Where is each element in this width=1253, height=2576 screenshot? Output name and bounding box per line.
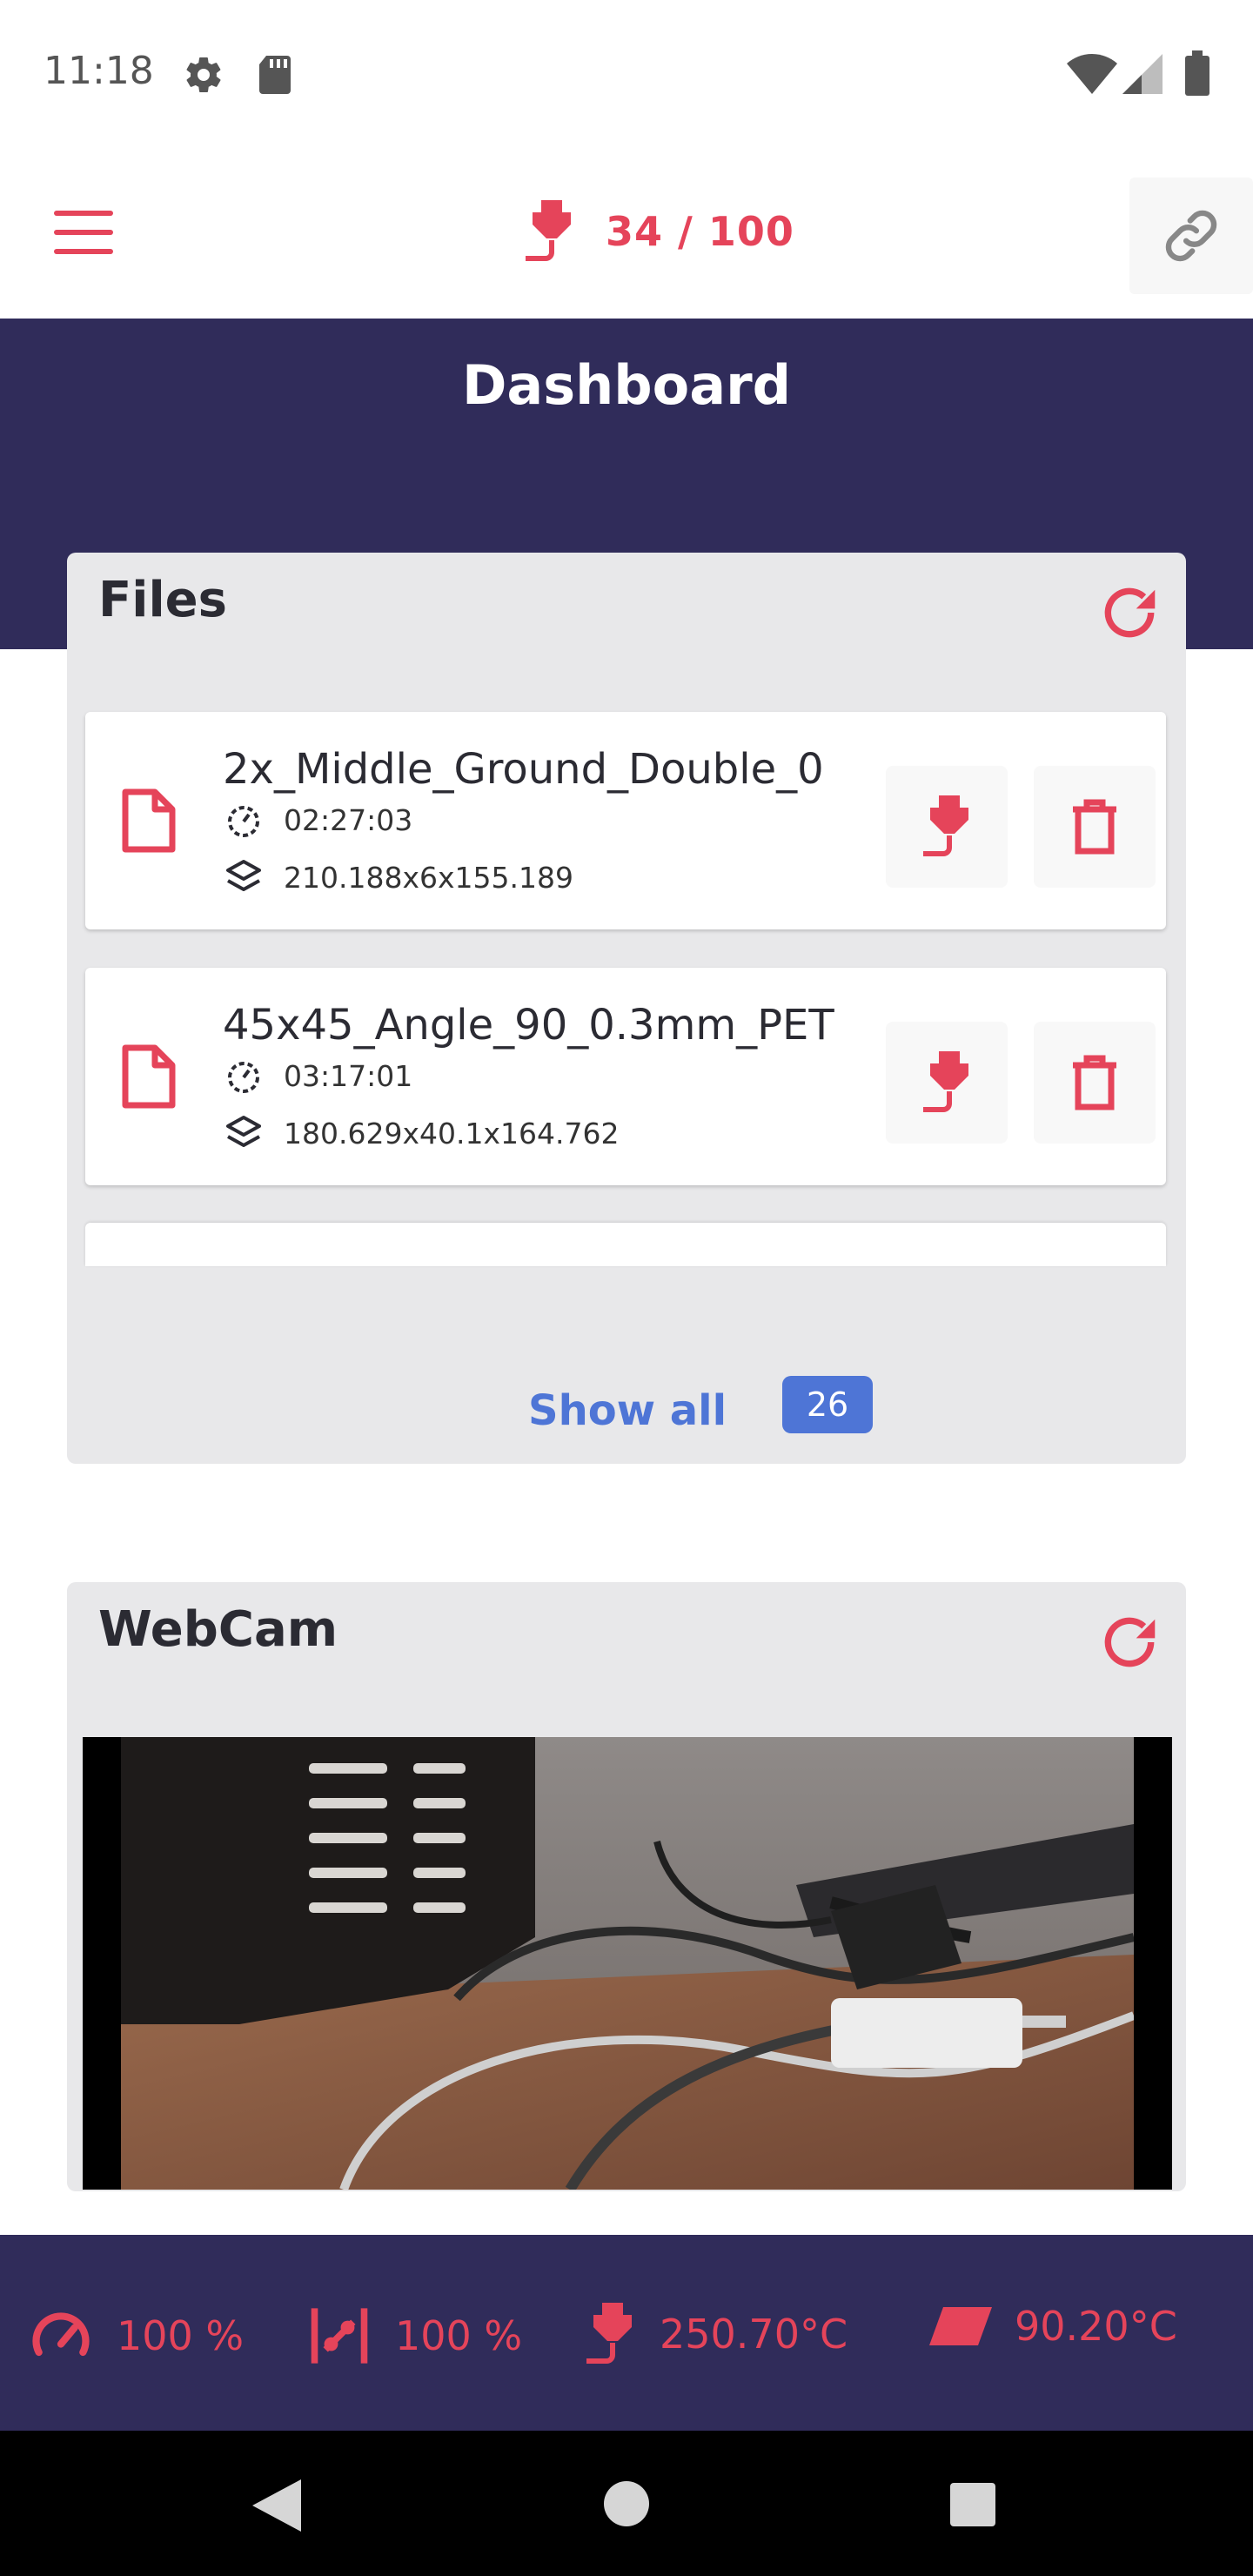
timer-icon: [228, 1062, 259, 1093]
files-card: Files 2x_Middle_Ground_Double_0 02:27:03…: [67, 553, 1186, 1464]
flow-rate-value: 100 %: [395, 2312, 523, 2359]
file-dimensions-value: 180.629x40.1x164.762: [284, 1116, 620, 1150]
files-refresh-button[interactable]: [1097, 580, 1162, 645]
extruder-icon: [586, 2303, 632, 2364]
flow-icon: [311, 2308, 368, 2364]
file-dimensions: 210.188x6x155.189: [223, 856, 573, 898]
layers-icon: [226, 860, 261, 891]
file-count-badge: 26: [782, 1376, 873, 1433]
bed-temp-value: 90.20°C: [1015, 2303, 1177, 2350]
layers-icon: [226, 1116, 261, 1147]
file-name: 2x_Middle_Ground_Double_0: [223, 745, 824, 794]
gear-icon: [186, 57, 221, 92]
file-duration: 02:27:03: [223, 799, 412, 841]
flow-rate-stat[interactable]: 100 %: [306, 2303, 522, 2369]
status-time: 11:18: [44, 49, 154, 93]
extruder-temp-stat[interactable]: 250.70°C: [583, 2303, 848, 2365]
extruder-temp-indicator[interactable]: 34 / 100: [522, 197, 794, 266]
hamburger-menu-button[interactable]: [54, 211, 115, 256]
extruder-icon: [923, 795, 968, 856]
webcam-stream: [83, 1737, 1172, 2190]
print-file-button[interactable]: [886, 766, 1008, 888]
print-file-button[interactable]: [886, 1022, 1008, 1144]
refresh-icon: [1104, 1617, 1156, 1667]
webcam-card-title: WebCam: [98, 1601, 338, 1658]
bed-temp-stat[interactable]: 90.20°C: [929, 2303, 1177, 2350]
connection-link-button[interactable]: [1129, 178, 1253, 294]
file-icon: [122, 788, 176, 853]
file-icon: [122, 1044, 176, 1109]
refresh-icon: [1104, 587, 1156, 638]
file-list-item[interactable]: 45x45_Angle_90_0.3mm_PET 03:17:01 180.62…: [85, 968, 1166, 1185]
file-duration-value: 02:27:03: [284, 802, 413, 837]
file-duration: 03:17:01: [223, 1055, 412, 1097]
webcam-refresh-button[interactable]: [1097, 1610, 1162, 1674]
file-duration-value: 03:17:01: [284, 1058, 413, 1093]
page-title: Dashboard: [461, 353, 792, 417]
cell-signal-icon: [1122, 54, 1163, 94]
timer-icon: [228, 806, 259, 837]
hamburger-line: [54, 230, 113, 235]
delete-file-button[interactable]: [1034, 1022, 1156, 1144]
home-icon[interactable]: [604, 2481, 649, 2526]
system-navigation-bar: [0, 2431, 1253, 2576]
app-bar: 34 / 100: [0, 148, 1253, 319]
wifi-icon: [1067, 54, 1117, 94]
back-icon[interactable]: [252, 2479, 301, 2532]
hamburger-icon: [54, 211, 113, 216]
battery-icon: [1185, 50, 1209, 96]
webcam-image: [83, 1737, 1172, 2190]
printer-status-strip: 100 % 100 % 250.70°C 90.20°C: [0, 2235, 1253, 2431]
extruder-icon: [923, 1051, 968, 1112]
link-icon: [1165, 210, 1217, 262]
extruder-temp-value: 34 / 100: [606, 208, 794, 255]
status-bar: 11:18: [0, 0, 1253, 148]
extruder-temp-value: 250.70°C: [660, 2311, 848, 2358]
delete-file-button[interactable]: [1034, 766, 1156, 888]
file-list-item[interactable]: [85, 1223, 1166, 1266]
file-dimensions-value: 210.188x6x155.189: [284, 860, 573, 895]
file-dimensions: 180.629x40.1x164.762: [223, 1112, 619, 1154]
speed-gauge-icon: [32, 2312, 90, 2357]
file-name: 45x45_Angle_90_0.3mm_PET: [223, 1001, 834, 1050]
trash-icon: [1073, 799, 1116, 855]
files-card-title: Files: [98, 572, 227, 628]
hamburger-line: [54, 249, 113, 254]
print-speed-stat[interactable]: 100 %: [28, 2303, 244, 2369]
webcam-card: WebCam: [67, 1582, 1186, 2191]
file-list-item[interactable]: 2x_Middle_Ground_Double_0 02:27:03 210.1…: [85, 712, 1166, 929]
extruder-icon: [526, 200, 571, 261]
bed-icon: [929, 2307, 992, 2345]
sd-card-icon: [259, 56, 291, 94]
trash-icon: [1073, 1055, 1116, 1110]
print-speed-value: 100 %: [117, 2312, 245, 2359]
show-all-files-link[interactable]: Show all: [528, 1386, 727, 1435]
recents-icon[interactable]: [950, 2483, 995, 2526]
